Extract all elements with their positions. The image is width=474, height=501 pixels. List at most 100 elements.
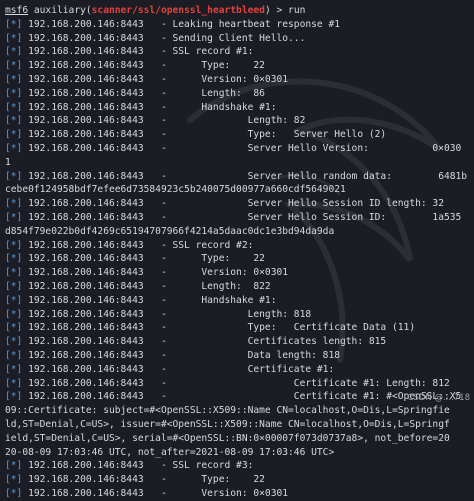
status-tag: [*] (5, 280, 23, 292)
prompt-module: scanner/ssl/openssl_heartbleed (91, 5, 265, 16)
status-tag: [*] (5, 391, 23, 403)
output-lines: [*] 192.168.200.146:8443 - Leaking heart… (5, 18, 472, 501)
output-line: [*] 192.168.200.146:8443 - Server Hello … (5, 142, 472, 156)
output-line: [*] 192.168.200.146:8443 - Certificates … (5, 335, 472, 349)
status-tag: [*] (5, 487, 23, 499)
output-text: 192.168.200.146:8443 - Version: 0×0301 (22, 267, 289, 279)
status-tag: [*] (5, 211, 23, 223)
prompt-command: run (288, 5, 306, 16)
output-text: 192.168.200.146:8443 - Server Hello Sess… (22, 211, 462, 223)
prompt-mid: auxiliary( (28, 5, 92, 16)
status-tag: [*] (5, 294, 23, 306)
output-line: ield,ST=Denial,C=US>, serial=#<OpenSSL::… (5, 432, 472, 446)
output-line: [*] 192.168.200.146:8443 - Server Hello … (5, 211, 472, 225)
output-line: [*] 192.168.200.146:8443 - Leaking heart… (5, 18, 472, 32)
output-text: 192.168.200.146:8443 - Type: Certificate… (22, 322, 416, 334)
output-line: [*] 192.168.200.146:8443 - Sending Clien… (5, 32, 472, 46)
status-tag: [*] (5, 336, 23, 348)
output-text: 192.168.200.146:8443 - Length: 822 (22, 280, 271, 292)
output-text: 192.168.200.146:8443 - Length: 82 (22, 115, 306, 127)
status-tag: [*] (5, 18, 23, 30)
watermark-text: CSDN @....718 (407, 393, 470, 404)
output-text: 1 (5, 156, 11, 168)
output-text: 192.168.200.146:8443 - Version: 0×0301 (22, 487, 289, 499)
status-tag: [*] (5, 474, 23, 486)
status-tag: [*] (5, 46, 23, 58)
output-line: [*] 192.168.200.146:8443 - Type: Server … (5, 128, 472, 142)
output-text: 192.168.200.146:8443 - Server Hello rand… (22, 170, 468, 182)
output-line: [*] 192.168.200.146:8443 - SSL record #3… (5, 459, 472, 473)
output-text: 192.168.200.146:8443 - Certificate #1: #… (22, 391, 462, 403)
output-line: [*] 192.168.200.146:8443 - Version: 0×03… (5, 266, 472, 280)
output-line: [*] 192.168.200.146:8443 - Type: Certifi… (5, 321, 472, 335)
output-text: 192.168.200.146:8443 - Type: Server Hell… (22, 129, 387, 141)
output-line: [*] 192.168.200.146:8443 - Server Hello … (5, 170, 472, 184)
output-text: 192.168.200.146:8443 - Data length: 818 (22, 349, 341, 361)
status-tag: [*] (5, 101, 23, 113)
output-text: 192.168.200.146:8443 - Certificate #1: (22, 363, 335, 375)
output-line: [*] 192.168.200.146:8443 - Length: 82 (5, 114, 472, 128)
prompt-prefix: msf6 (5, 5, 29, 16)
status-tag: [*] (5, 60, 23, 72)
status-tag: [*] (5, 73, 23, 85)
output-text: 192.168.200.146:8443 - Server Hello Sess… (22, 198, 444, 210)
status-tag: [*] (5, 460, 23, 472)
output-line: [*] 192.168.200.146:8443 - Length: 822 (5, 280, 472, 294)
output-text: 192.168.200.146:8443 - SSL record #2: (22, 239, 254, 251)
output-text: 192.168.200.146:8443 - Type: 22 (22, 474, 265, 486)
terminal-window[interactable]: { "prompt": { "prefix": "msf6", "mid": "… (0, 0, 474, 499)
status-tag: [*] (5, 115, 23, 127)
output-text: 192.168.200.146:8443 - Sending Client He… (22, 32, 306, 44)
output-line: [*] 192.168.200.146:8443 - Certificate #… (5, 377, 472, 391)
output-line: [*] 192.168.200.146:8443 - Type: 22 (5, 59, 472, 73)
status-tag: [*] (5, 129, 23, 141)
output-text: 192.168.200.146:8443 - SSL record #3: (22, 460, 254, 472)
output-line: ld,ST=Denial,C=US>, issuer=#<OpenSSL::X5… (5, 418, 472, 432)
output-text: 192.168.200.146:8443 - Handshake #1: (22, 101, 277, 113)
status-tag: [*] (5, 32, 23, 44)
output-text: 192.168.200.146:8443 - SSL record #1: (22, 46, 254, 58)
output-line: [*] 192.168.200.146:8443 - Version: 0×03… (5, 73, 472, 87)
output-line: [*] 192.168.200.146:8443 - Type: 22 (5, 252, 472, 266)
output-text: 192.168.200.146:8443 - Type: 22 (22, 60, 265, 72)
output-line: 1 (5, 156, 472, 170)
status-tag: [*] (5, 267, 23, 279)
output-line: [*] 192.168.200.146:8443 - Handshake #1: (5, 294, 472, 308)
output-text: d854f79e022b0df4269c65194707966f4214a5da… (5, 225, 335, 237)
status-tag: [*] (5, 142, 23, 154)
output-line: [*] 192.168.200.146:8443 - Handshake #1: (5, 101, 472, 115)
output-text: 192.168.200.146:8443 - Length: 818 (22, 308, 312, 320)
output-text: 192.168.200.146:8443 - Handshake #1: (22, 294, 277, 306)
status-tag: [*] (5, 253, 23, 265)
status-tag: [*] (5, 198, 23, 210)
output-line: [*] 192.168.200.146:8443 - Length: 86 (5, 87, 472, 101)
output-line: [*] 192.168.200.146:8443 - Data length: … (5, 349, 472, 363)
output-text: 192.168.200.146:8443 - Version: 0×0301 (22, 73, 289, 85)
output-line: [*] 192.168.200.146:8443 - SSL record #1… (5, 45, 472, 59)
output-line: [*] 192.168.200.146:8443 - Certificate #… (5, 363, 472, 377)
output-text: 192.168.200.146:8443 - Certificate #1: L… (22, 377, 450, 389)
output-text: cebe0f124958bdf7efee6d73584923c5b240075d… (5, 184, 346, 196)
output-text: ield,ST=Denial,C=US>, serial=#<OpenSSL::… (5, 432, 450, 444)
output-text: 192.168.200.146:8443 - Length: 86 (22, 87, 265, 99)
output-line: [*] 192.168.200.146:8443 - Type: 22 (5, 473, 472, 487)
output-line: 09::Certificate: subject=#<OpenSSL::X509… (5, 404, 472, 418)
status-tag: [*] (5, 363, 23, 375)
output-line: [*] 192.168.200.146:8443 - Certificate #… (5, 390, 472, 404)
status-tag: [*] (5, 308, 23, 320)
output-line: [*] 192.168.200.146:8443 - SSL record #2… (5, 239, 472, 253)
status-tag: [*] (5, 87, 23, 99)
status-tag: [*] (5, 322, 23, 334)
terminal-output: msf6 auxiliary(scanner/ssl/openssl_heart… (5, 4, 472, 499)
output-line: cebe0f124958bdf7efee6d73584923c5b240075d… (5, 183, 472, 197)
output-text: ld,ST=Denial,C=US>, issuer=#<OpenSSL::X5… (5, 418, 450, 430)
output-text: 20-08-09 17:03:46 UTC, not_after=2021-08… (5, 446, 335, 458)
output-line: [*] 192.168.200.146:8443 - Server Hello … (5, 197, 472, 211)
output-text: 09::Certificate: subject=#<OpenSSL::X509… (5, 405, 450, 417)
output-text: 192.168.200.146:8443 - Type: 22 (22, 253, 265, 265)
prompt-suffix: ) > (264, 5, 289, 16)
output-line: [*] 192.168.200.146:8443 - Version: 0×03… (5, 487, 472, 501)
status-tag: [*] (5, 349, 23, 361)
status-tag: [*] (5, 377, 23, 389)
status-tag: [*] (5, 239, 23, 251)
